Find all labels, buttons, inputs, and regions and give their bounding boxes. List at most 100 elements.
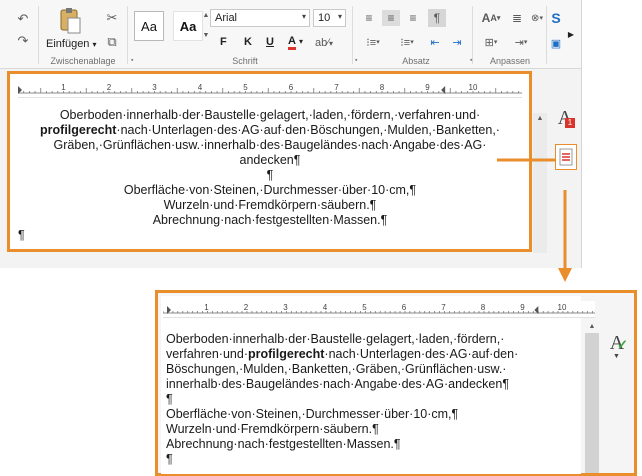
ruler-number: 2 bbox=[107, 83, 112, 92]
ruler: 1 2 3 4 5 6 7 8 9 10 bbox=[163, 301, 595, 318]
line-spacing-icon[interactable]: ≣ bbox=[508, 10, 526, 26]
para-line: Oberfläche·von·Steinen,·Durchmesser·über… bbox=[166, 407, 459, 421]
paragraph-group-label: Absatz bbox=[402, 56, 430, 66]
ruler-number: 9 bbox=[425, 83, 430, 92]
paste-icon[interactable] bbox=[56, 6, 84, 36]
scroll-up-icon[interactable]: ▲ bbox=[587, 321, 597, 331]
ruler-number: 5 bbox=[362, 303, 367, 312]
align-right-icon[interactable]: ≡ bbox=[404, 10, 422, 26]
copy-icon[interactable]: ⧉ bbox=[104, 34, 120, 50]
ruler-number: 7 bbox=[441, 303, 446, 312]
text-check-button[interactable]: A ✓ ▼ bbox=[604, 325, 630, 361]
para-line: Oberboden·innerhalb·der·Baustelle·gelage… bbox=[59, 108, 481, 122]
tabs-icon[interactable]: ⇥ ▾ bbox=[508, 34, 534, 50]
scroll-up-icon[interactable]: ▲ bbox=[535, 113, 545, 123]
chevron-down-icon: ▾ bbox=[301, 12, 306, 21]
ruler-number: 9 bbox=[520, 303, 525, 312]
ruler-number: 1 bbox=[61, 83, 66, 92]
bold-word: profilgerecht bbox=[40, 123, 117, 137]
ruler-number: 6 bbox=[402, 303, 407, 312]
para-line: Wurzeln·und·Fremdkörpern·säubern.¶ bbox=[166, 422, 379, 436]
vertical-scrollbar[interactable]: ▲ bbox=[585, 323, 599, 473]
ruler-number: 8 bbox=[380, 83, 385, 92]
styles-pane-icon[interactable]: S bbox=[550, 8, 562, 28]
paste-label: Einfügen bbox=[46, 38, 90, 50]
styles-scroll-down-icon[interactable]: ▼ bbox=[202, 30, 210, 40]
font-color-icon: A bbox=[288, 35, 296, 50]
paste-button[interactable]: Einfügen ▾ bbox=[46, 38, 97, 50]
ruler-number: 2 bbox=[244, 303, 249, 312]
document-text: Oberboden·innerhalb·der·Baustelle·gelage… bbox=[166, 332, 586, 467]
undo-icon[interactable]: ↶ bbox=[14, 10, 32, 28]
para-line: Oberfläche·von·Steinen,·Durchmesser·über… bbox=[123, 183, 417, 197]
para-line: verfahren·und·profilgerecht·nach·Unterla… bbox=[166, 347, 586, 362]
ruler-number: 10 bbox=[558, 303, 567, 312]
font-name-combo[interactable]: Arial ▾ bbox=[210, 9, 310, 27]
para-line: ¶ bbox=[266, 168, 274, 182]
font-size-combo[interactable]: 10 ▾ bbox=[313, 9, 346, 27]
para-line: ¶ bbox=[18, 228, 25, 242]
clear-format-icon[interactable]: ⊗ ▾ bbox=[528, 10, 546, 26]
separator bbox=[38, 6, 39, 64]
text-check-button[interactable]: A 1 bbox=[553, 103, 577, 133]
increase-indent-icon[interactable]: ⇥ bbox=[448, 34, 466, 50]
para-line: innerhalb·des·Baugeländes·nach·Angabe·de… bbox=[166, 377, 510, 391]
adjust-group-label: Anpassen bbox=[489, 56, 531, 66]
columns-icon[interactable]: ⊞ ▾ bbox=[478, 34, 504, 50]
para-line: profilgerecht·nach·Unterlagen·des·AG·auf… bbox=[18, 123, 522, 138]
numbering-icon[interactable]: ⁝≡ ▾ bbox=[394, 34, 420, 50]
separator bbox=[472, 6, 473, 64]
cut-icon[interactable]: ✂ bbox=[104, 10, 120, 26]
bold-word: profilgerecht bbox=[248, 347, 325, 361]
launcher-icon[interactable]: ▪ bbox=[470, 57, 472, 64]
para-line: Böschungen,·Mulden,·Banketten,·Gräben,·G… bbox=[166, 362, 507, 376]
image-icon[interactable]: ▣ bbox=[550, 36, 562, 50]
ruler-number: 5 bbox=[243, 83, 248, 92]
text-style-icon[interactable]: A A ▾ bbox=[478, 10, 504, 26]
ruler-number: 3 bbox=[152, 83, 157, 92]
clipboard-group-label: Zwischenablage bbox=[50, 56, 116, 66]
ruler-number: 4 bbox=[198, 83, 203, 92]
ribbon: ↶ ↷ Einfügen ▾ ✂ ⧉ Zwischenablage Aa Aa … bbox=[0, 0, 581, 69]
launcher-icon[interactable]: ▪ bbox=[355, 57, 357, 64]
separator bbox=[127, 6, 128, 64]
chevron-down-icon: ▾ bbox=[337, 12, 342, 21]
connector-arrow bbox=[497, 158, 572, 282]
highlight-icon[interactable]: ab⁄ ▾ bbox=[312, 35, 336, 51]
para-line: Abrechnung·nach·festgestellten·Massen.¶ bbox=[152, 213, 388, 227]
para-line: Wurzeln·und·Fremdkörpern·säubern.¶ bbox=[163, 198, 377, 212]
ruler-number: 8 bbox=[481, 303, 486, 312]
redo-icon[interactable]: ↷ bbox=[14, 32, 32, 50]
launcher-icon[interactable]: ▪ bbox=[131, 57, 133, 64]
style-heading-button[interactable]: Aa bbox=[173, 11, 203, 41]
italic-button[interactable]: K bbox=[244, 36, 252, 48]
bold-button[interactable]: F bbox=[220, 36, 227, 48]
align-left-icon[interactable]: ≡ bbox=[360, 10, 378, 26]
pilcrow-button[interactable]: ¶ bbox=[428, 9, 446, 27]
underline-button[interactable]: U bbox=[266, 36, 274, 48]
text-run: ·nach·Unterlagen·des·AG·auf·den· bbox=[324, 347, 519, 361]
para-line: ¶ bbox=[166, 452, 173, 466]
font-group-label: Schrift bbox=[232, 56, 258, 66]
para-line: andecken¶ bbox=[239, 153, 301, 167]
separator bbox=[352, 6, 353, 64]
text-run: ·nach·Unterlagen·des·AG·auf·den·Böschung… bbox=[116, 123, 500, 137]
document-text: Oberboden·innerhalb·der·Baustelle·gelage… bbox=[18, 108, 522, 243]
text-run: verfahren·und· bbox=[166, 347, 248, 361]
font-name-value: Arial bbox=[215, 12, 238, 24]
font-color-button[interactable]: A ▾ bbox=[288, 35, 303, 50]
ruler-number: 3 bbox=[283, 303, 288, 312]
error-count-badge: 1 bbox=[565, 118, 575, 128]
ruler-number: 1 bbox=[204, 303, 209, 312]
para-line: Abrechnung·nach·festgestellten·Massen.¶ bbox=[166, 437, 401, 451]
ruler-number: 7 bbox=[334, 83, 339, 92]
style-normal-button[interactable]: Aa bbox=[134, 11, 164, 41]
separator bbox=[546, 6, 547, 64]
align-center-icon[interactable]: ≡ bbox=[382, 10, 400, 26]
ruler-number: 10 bbox=[469, 83, 478, 92]
styles-scroll-up-icon[interactable]: ▲ bbox=[202, 10, 210, 20]
decrease-indent-icon[interactable]: ⇤ bbox=[426, 34, 444, 50]
para-line: ¶ bbox=[166, 392, 173, 406]
ribbon-more-icon[interactable]: ▶ bbox=[566, 26, 576, 42]
bullets-icon[interactable]: ⁝≡ ▾ bbox=[360, 34, 386, 50]
